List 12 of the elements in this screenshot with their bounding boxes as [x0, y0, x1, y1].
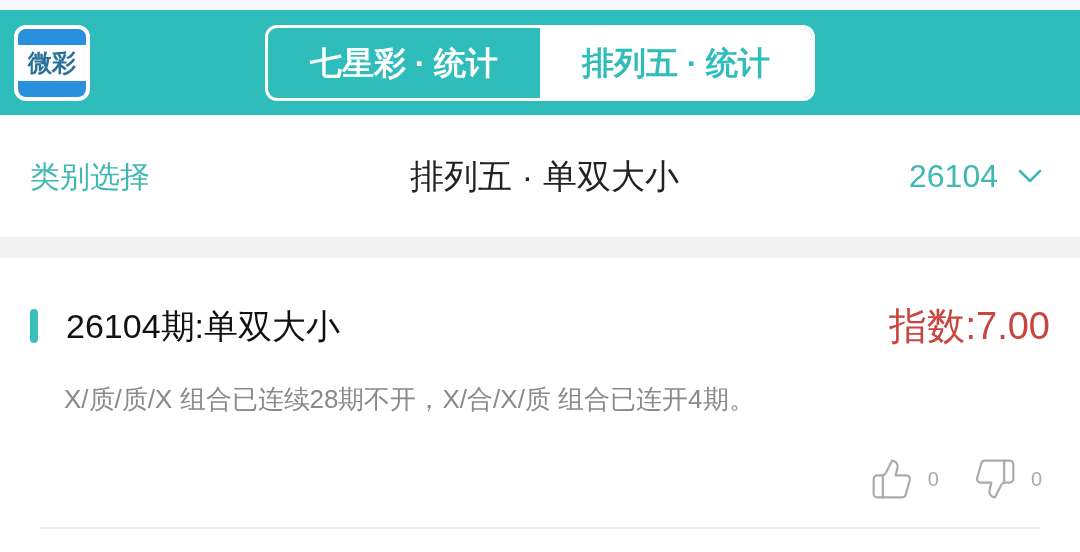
description: X/质/质/X 组合已连续28期不开，X/合/X/质 组合已连开4期。	[64, 383, 756, 416]
tab[interactable]: 七星彩 · 统计	[268, 27, 540, 98]
period-selector[interactable]: 26104	[909, 152, 1050, 200]
dislike-button[interactable]: 0	[972, 457, 1042, 501]
card-title: 26104期:单双大小	[66, 305, 341, 347]
category-link[interactable]: 类别选择	[30, 153, 230, 199]
app-logo[interactable]: 微彩	[14, 24, 90, 101]
index-value: 指数:7.00	[889, 303, 1050, 349]
like-button[interactable]: 0	[869, 457, 939, 501]
tab[interactable]: 排列五 · 统计	[540, 27, 812, 98]
page-title: 排列五 · 单双大小	[409, 155, 680, 197]
accent-bar	[30, 309, 38, 343]
